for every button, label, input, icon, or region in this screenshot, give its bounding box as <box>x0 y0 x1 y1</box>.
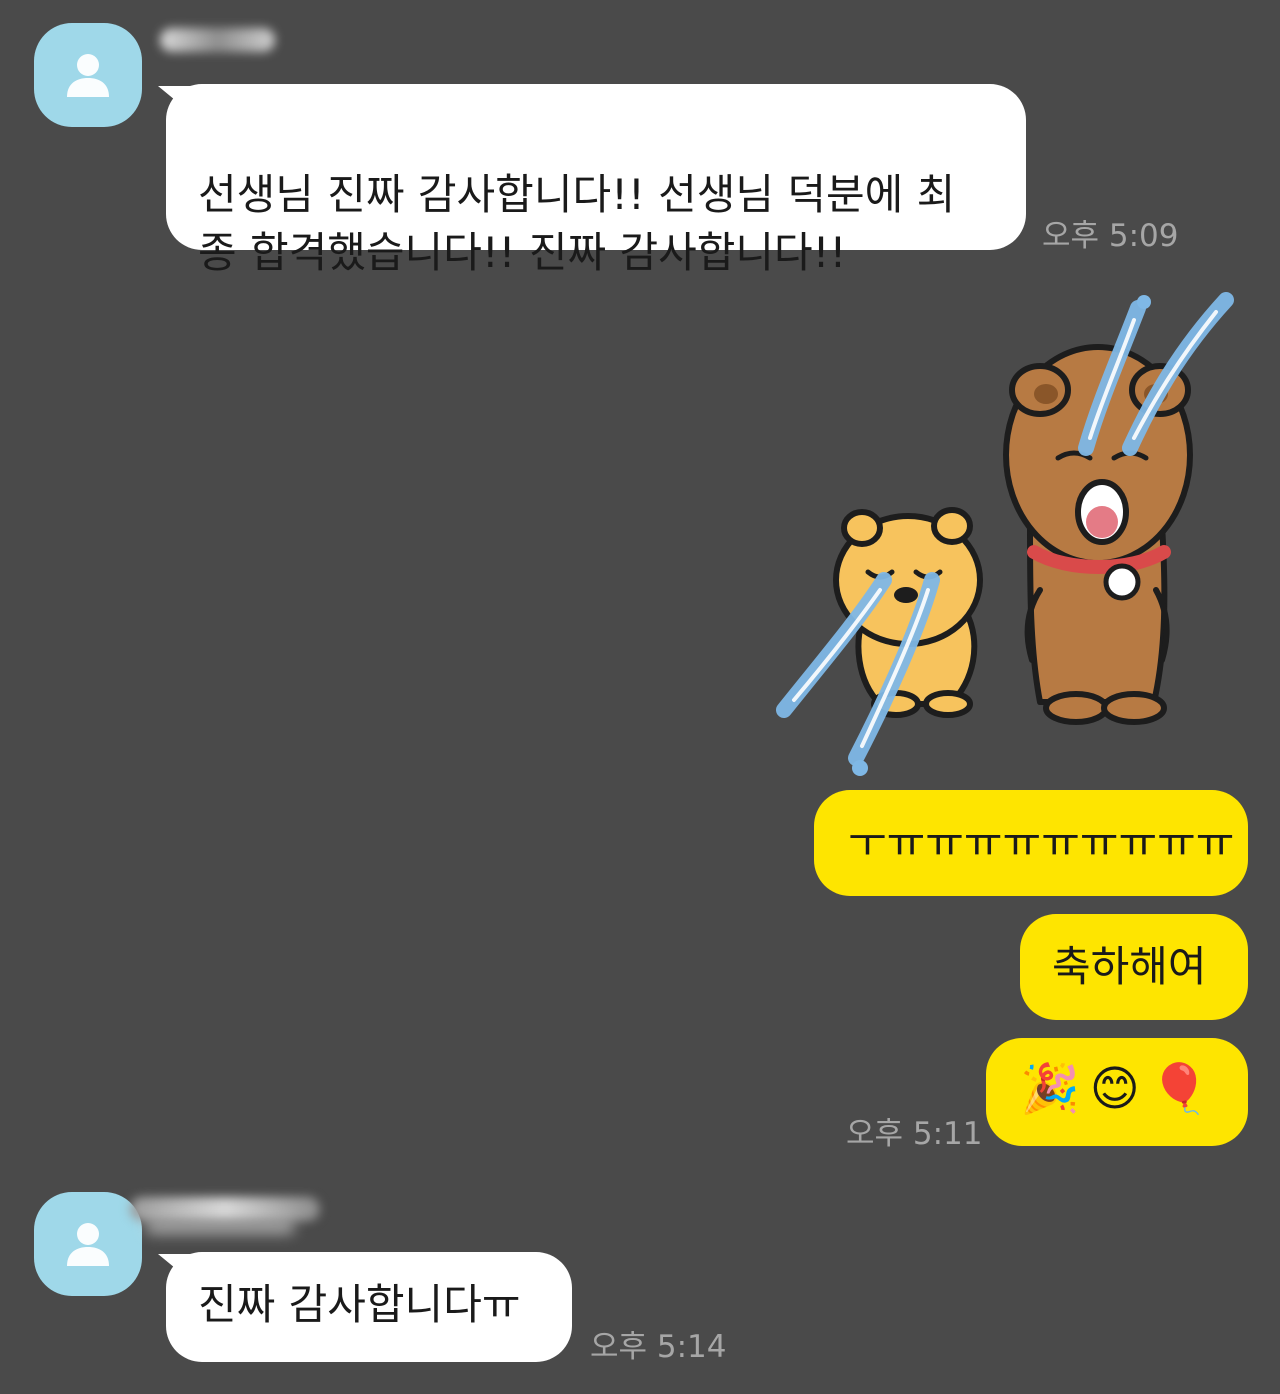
message-time: 오후 5:11 <box>846 1116 983 1152</box>
crying-bears-sticker-art <box>776 292 1234 776</box>
message-time: 오후 5:09 <box>1042 218 1179 254</box>
default-profile-icon <box>67 54 109 97</box>
message-text: 진짜 감사합니다ㅠ <box>198 1280 521 1329</box>
sender-name-blurred <box>130 1197 320 1221</box>
sender-avatar[interactable] <box>34 23 142 127</box>
message-text: ㅜㅠㅠㅠㅠㅠㅠㅠㅠㅠ <box>848 818 1235 867</box>
message-text: 축하해여 <box>1052 942 1207 991</box>
smiling-face-icon: 😊 <box>1089 1061 1140 1117</box>
incoming-message-bubble[interactable]: 선생님 진짜 감사합니다!! 선생님 덕분에 최 종 합격했습니다!! 진짜 감… <box>166 84 1026 277</box>
message-time: 오후 5:14 <box>590 1329 727 1365</box>
party-popper-icon: 🎉 <box>1020 1061 1080 1117</box>
outgoing-message-bubble[interactable]: 축하해여 <box>1020 914 1248 1020</box>
balloon-icon: 🎈 <box>1149 1061 1210 1117</box>
sender-avatar[interactable] <box>34 1192 142 1296</box>
default-profile-icon <box>67 1223 109 1266</box>
sender-name-blurred <box>160 28 275 52</box>
message-text: 선생님 진짜 감사합니다!! 선생님 덕분에 최 종 합격했습니다!! 진짜 감… <box>198 170 956 277</box>
outgoing-emoji-bubble[interactable]: 🎉 😊 🎈 <box>986 1038 1248 1146</box>
emoji-row: 🎉 😊 🎈 <box>1020 1060 1248 1118</box>
crying-bears-sticker[interactable] <box>768 290 1248 780</box>
sender-name-blurred-shadow <box>145 1220 295 1234</box>
outgoing-message-bubble[interactable]: ㅜㅠㅠㅠㅠㅠㅠㅠㅠㅠ <box>814 790 1248 896</box>
incoming-message-bubble[interactable]: 진짜 감사합니다ㅠ <box>166 1252 572 1362</box>
